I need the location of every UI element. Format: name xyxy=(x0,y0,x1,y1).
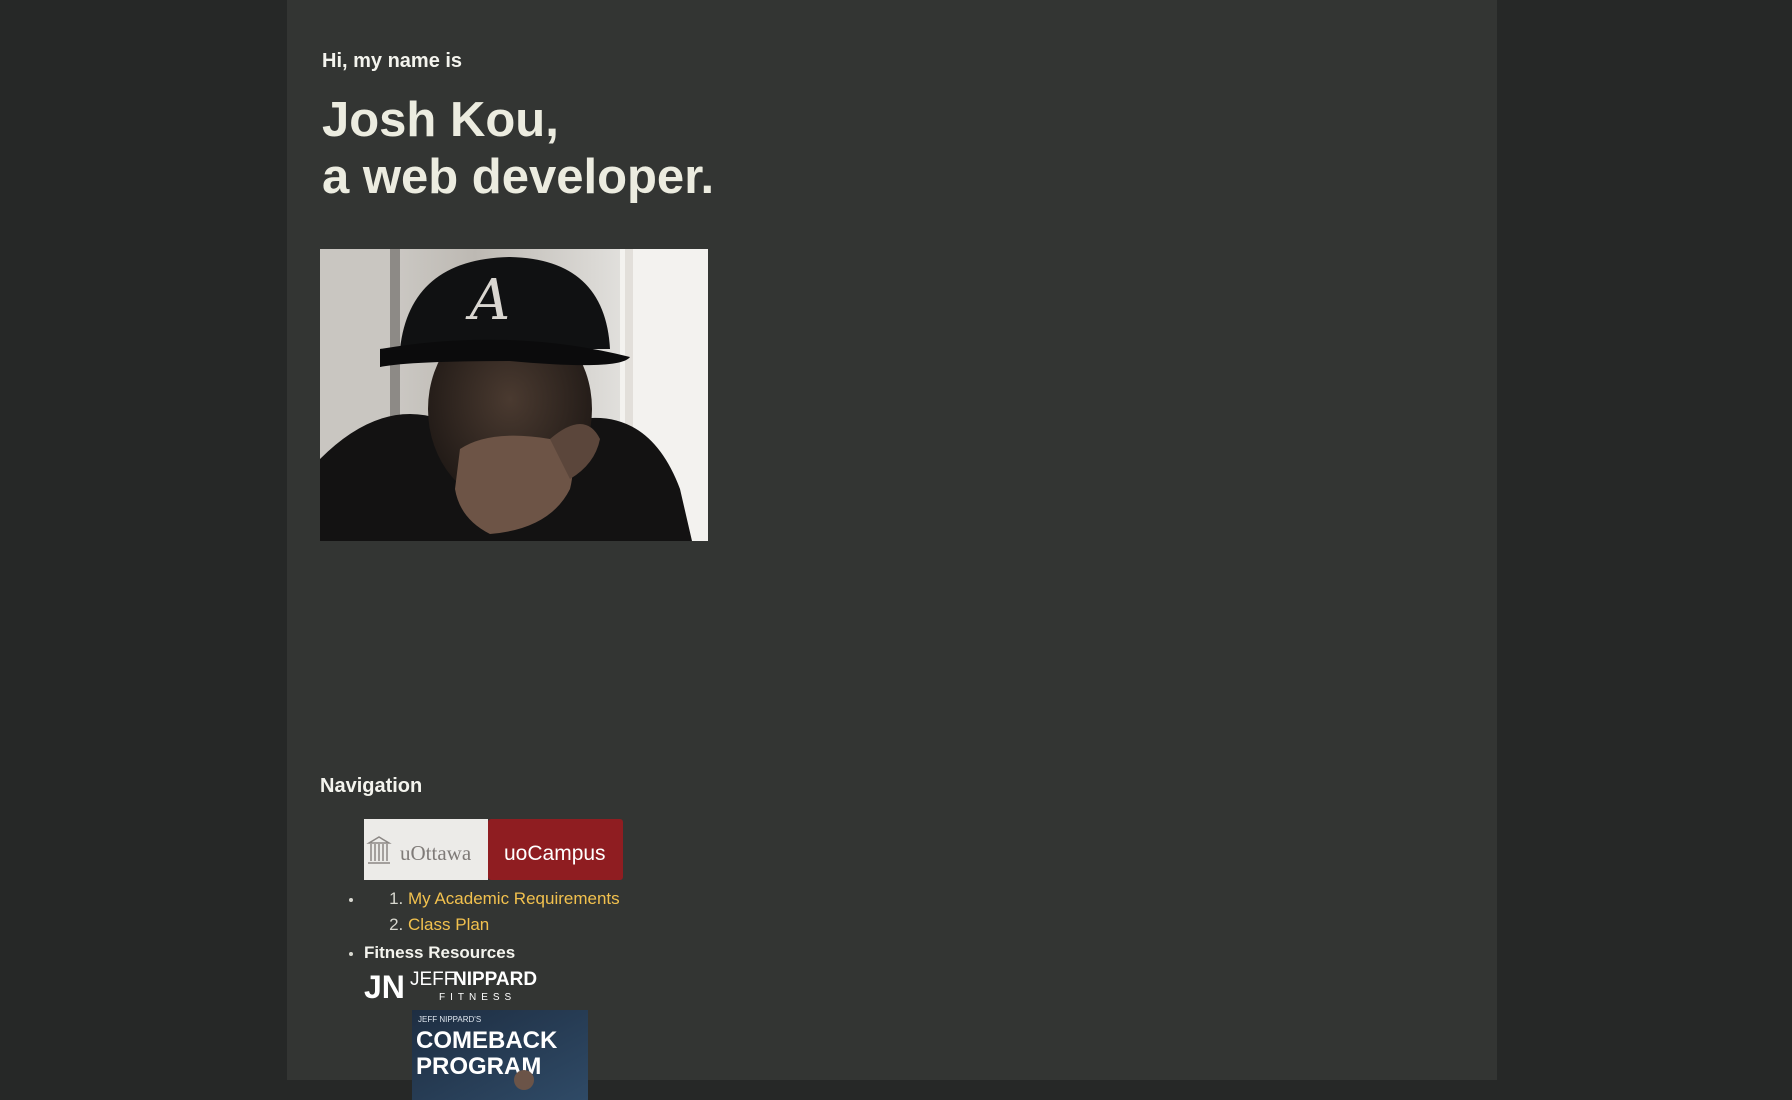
svg-text:A: A xyxy=(465,268,510,333)
navigation-list: uOttawa uoCampus My Academic Requirement… xyxy=(320,819,623,1100)
program-line-1: COMEBACK xyxy=(416,1027,558,1054)
name-line: Josh Kou, xyxy=(322,93,559,147)
jn-logo-mark: JN xyxy=(364,969,405,1004)
academic-requirements-link[interactable]: My Academic Requirements xyxy=(408,889,620,908)
jeff-nippard-logo[interactable]: JN JEFF NIPPARD FITNESS xyxy=(364,968,543,1004)
uocampus-logo[interactable]: uOttawa uoCampus xyxy=(364,819,623,880)
list-item-fitness: Fitness Resources JN JEFF NIPPARD FITNES… xyxy=(364,938,623,1100)
page-container: Hi, my name is Josh Kou, a web developer… xyxy=(287,0,1497,1100)
jn-logo-word-light: JEFF xyxy=(410,969,455,990)
uottawa-logo-text: uOttawa xyxy=(400,841,472,865)
list-item-uottawa: uOttawa uoCampus My Academic Requirement… xyxy=(364,819,623,938)
profile-photo: A xyxy=(320,249,708,541)
class-plan-link[interactable]: Class Plan xyxy=(408,915,489,934)
fitness-resources-label: Fitness Resources xyxy=(364,943,516,962)
page-title: Josh Kou, a web developer. xyxy=(322,92,714,206)
role-line: a web developer. xyxy=(322,150,715,204)
jn-logo-subtitle: FITNESS xyxy=(439,992,516,1003)
list-item: Class Plan xyxy=(408,912,623,938)
jn-logo-word-bold: NIPPARD xyxy=(453,969,537,990)
uottawa-links: My Academic Requirements Class Plan xyxy=(364,886,623,938)
list-item: My Academic Requirements xyxy=(408,886,623,912)
comeback-program-image[interactable]: JEFF NIPPARD'S COMEBACK PROGRAM xyxy=(412,1010,588,1100)
greeting: Hi, my name is xyxy=(322,50,463,72)
program-kicker: JEFF NIPPARD'S xyxy=(418,1015,481,1024)
uocampus-logo-text: uoCampus xyxy=(504,842,606,865)
navigation-heading: Navigation xyxy=(320,775,423,797)
